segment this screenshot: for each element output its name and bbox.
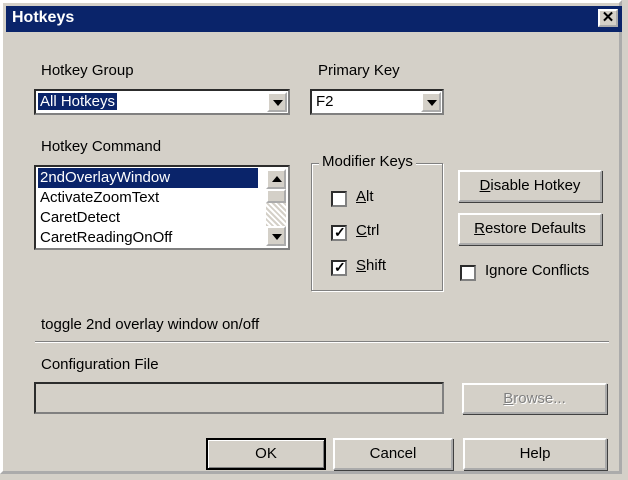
restore-defaults-button[interactable]: Restore Defaults — [458, 213, 602, 245]
list-item[interactable]: CaretReadingOnOff — [38, 228, 258, 248]
scroll-thumb[interactable] — [266, 189, 286, 203]
help-button[interactable]: Help — [463, 438, 607, 470]
ctrl-label[interactable]: Ctrl — [356, 222, 379, 239]
browse-button: Browse... — [462, 383, 607, 414]
window-title: Hotkeys — [12, 9, 75, 26]
title-bar[interactable]: Hotkeys ✕ — [6, 6, 622, 32]
alt-label[interactable]: Alt — [356, 188, 374, 205]
hotkey-group-label: Hotkey Group — [41, 62, 134, 79]
hotkey-command-list[interactable]: 2ndOverlayWindow ActivateZoomText CaretD… — [34, 165, 290, 250]
checkmark-icon: ✓ — [334, 224, 346, 240]
chevron-down-icon — [273, 100, 283, 106]
shift-checkbox[interactable]: ✓ — [331, 259, 347, 276]
command-list-scrollbar[interactable] — [266, 169, 286, 246]
ignore-conflicts-checkbox[interactable] — [460, 265, 476, 281]
cancel-button[interactable]: Cancel — [333, 438, 453, 470]
close-icon: ✕ — [601, 9, 615, 26]
list-item[interactable]: ActivateZoomText — [38, 188, 258, 208]
hotkey-group-value: All Hotkeys — [38, 93, 118, 110]
alt-checkbox[interactable] — [331, 191, 347, 207]
list-item[interactable]: CaretDetect — [38, 208, 258, 228]
hotkeys-dialog: Hotkeys ✕ Hotkey Group All Hotkeys Prima… — [0, 0, 622, 474]
ignore-conflicts-label[interactable]: Ignore Conflicts — [485, 262, 589, 279]
disable-hotkey-button[interactable]: Disable Hotkey — [458, 170, 602, 202]
primary-key-value: F2 — [316, 93, 334, 110]
list-item[interactable]: 2ndOverlayWindow — [38, 168, 258, 188]
ctrl-checkbox[interactable]: ✓ — [331, 224, 347, 241]
configuration-file-field — [34, 382, 444, 414]
configuration-file-label: Configuration File — [41, 356, 159, 373]
ok-button[interactable]: OK — [206, 438, 326, 470]
scroll-track[interactable] — [266, 203, 286, 226]
arrow-up-icon — [272, 176, 282, 182]
arrow-down-icon — [272, 234, 282, 240]
chevron-down-icon — [427, 100, 437, 106]
checkmark-icon: ✓ — [334, 259, 346, 275]
separator — [35, 341, 609, 343]
hotkey-group-select[interactable]: All Hotkeys — [34, 89, 290, 115]
scroll-down-button[interactable] — [266, 226, 286, 246]
shift-label[interactable]: Shift — [356, 257, 386, 274]
primary-key-label: Primary Key — [318, 62, 400, 79]
hotkey-command-label: Hotkey Command — [41, 138, 162, 155]
hotkey-group-dropdown-button[interactable] — [267, 92, 287, 112]
modifier-keys-title: Modifier Keys — [319, 153, 416, 170]
scroll-up-button[interactable] — [266, 169, 286, 189]
primary-key-dropdown-button[interactable] — [421, 92, 441, 112]
command-description: toggle 2nd overlay window on/off — [41, 316, 260, 333]
close-button[interactable]: ✕ — [598, 9, 618, 27]
primary-key-select[interactable]: F2 — [310, 89, 444, 115]
